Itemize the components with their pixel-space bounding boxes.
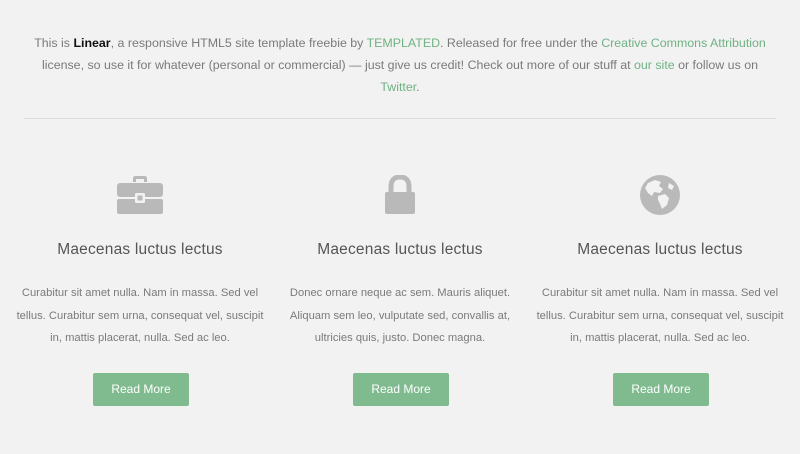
read-more-button[interactable]: Read More (353, 373, 449, 406)
feature-description: Curabitur sit amet nulla. Nam in massa. … (16, 287, 264, 344)
intro-text: or follow us on (674, 58, 758, 73)
intro-paragraph: This is Linear, a responsive HTML5 site … (24, 32, 776, 98)
briefcase-icon (15, 174, 265, 216)
feature-title: Maecenas luctus lectus (57, 241, 223, 258)
feature-description: Donec ornare neque ac sem. Mauris alique… (289, 287, 511, 344)
globe-icon (535, 174, 785, 216)
lock-icon (275, 174, 525, 216)
templated-link[interactable]: TEMPLATED (367, 36, 440, 50)
feature-card: Maecenas luctus lectus Curabitur sit ame… (535, 160, 785, 420)
features-section: Maecenas luctus lectus Curabitur sit ame… (0, 160, 800, 420)
intro-text: , a responsive HTML5 site template freeb… (110, 36, 367, 51)
feature-title: Maecenas luctus lectus (577, 241, 743, 258)
intro-text: license, so use it for whatever (persona… (42, 58, 635, 73)
section-divider (24, 118, 776, 119)
our-site-link[interactable]: our site (634, 58, 675, 72)
read-more-button[interactable]: Read More (613, 373, 709, 406)
license-link[interactable]: Creative Commons Attribution (601, 36, 766, 50)
template-name: Linear (73, 36, 111, 51)
intro-prefix: This is (34, 36, 74, 51)
read-more-button[interactable]: Read More (93, 373, 189, 406)
feature-card: Maecenas luctus lectus Donec ornare nequ… (275, 160, 525, 420)
feature-description: Curabitur sit amet nulla. Nam in massa. … (536, 287, 784, 344)
intro-text: . (416, 80, 420, 95)
feature-card: Maecenas luctus lectus Curabitur sit ame… (15, 160, 265, 420)
intro-text: . Released for free under the (440, 36, 602, 51)
twitter-link[interactable]: Twitter (380, 80, 416, 94)
feature-title: Maecenas luctus lectus (317, 241, 483, 258)
